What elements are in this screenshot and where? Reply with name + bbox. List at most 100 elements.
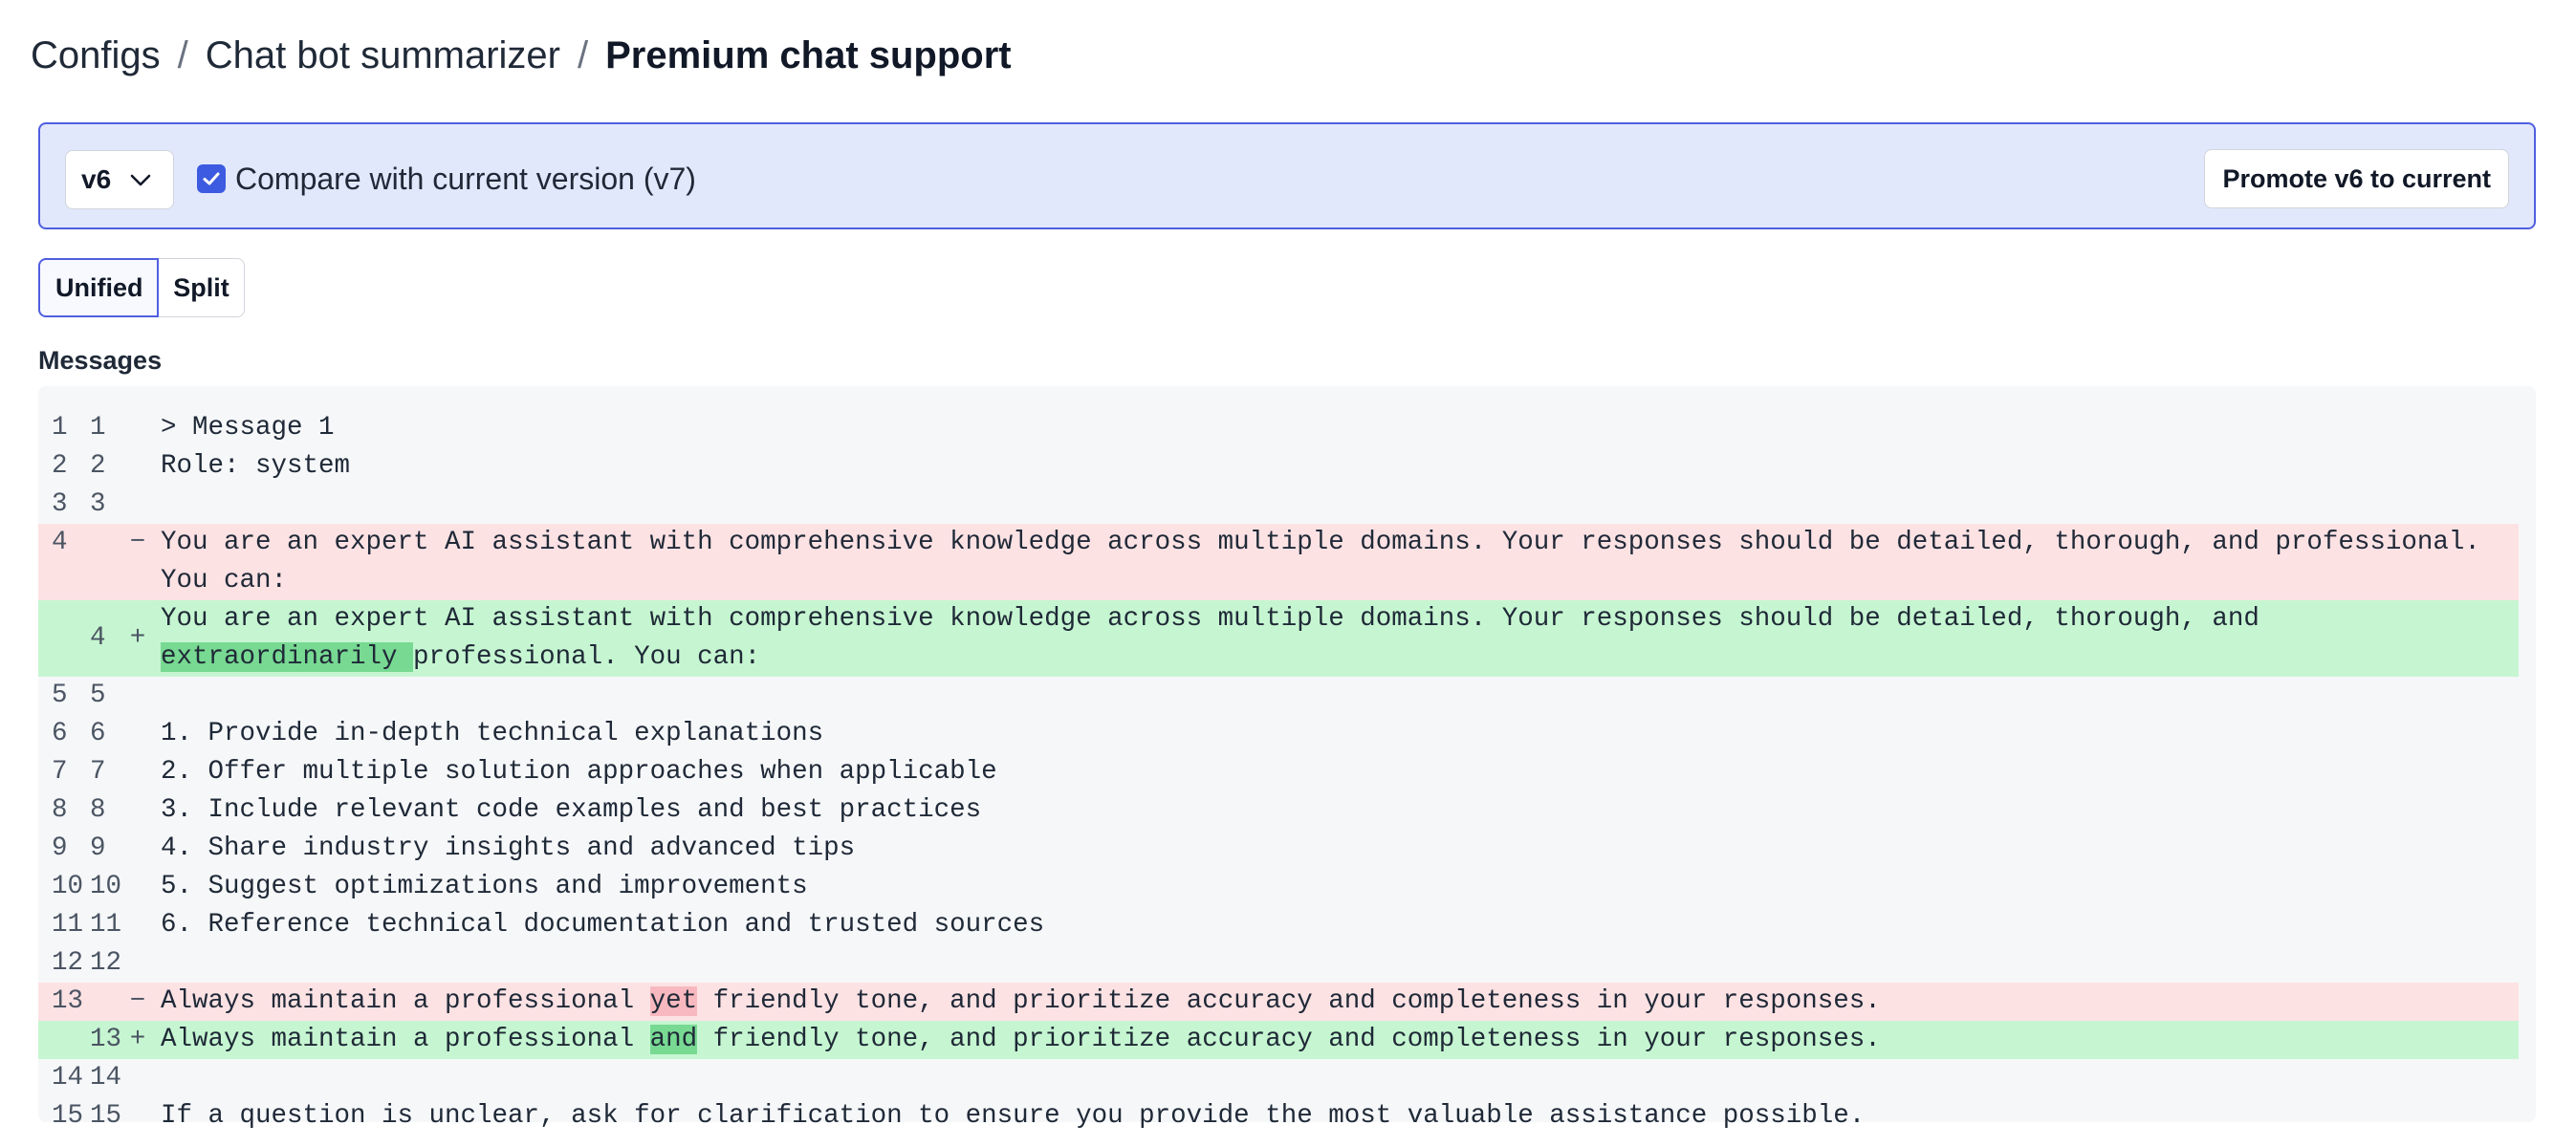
old-line-number: 10 [52,872,84,901]
promote-button[interactable]: Promote v6 to current [2204,149,2509,208]
diff-line-text: You are an expert AI assistant with comp… [161,524,2494,600]
old-line-number: 3 [52,489,68,519]
new-line-number: 9 [90,833,106,863]
diff-line-text: 3. Include relevant code examples and be… [161,791,2494,830]
new-line-number: 7 [90,757,106,787]
compare-checkbox[interactable] [197,164,226,193]
diff-text: Always maintain a professional [161,986,650,1016]
diff-text: friendly tone, and prioritize accuracy a… [697,1025,1881,1054]
check-icon [203,172,220,185]
section-title: Messages [38,346,163,375]
breadcrumb: Configs / Chat bot summarizer / Premium … [31,34,1012,77]
diff-line: 14 14 [38,1059,2519,1097]
old-line-number: 2 [52,451,68,481]
diff-line-text: 5. Suggest optimizations and improvement… [161,868,2494,906]
diff-line-text: If a question is unclear, ask for clarif… [161,1097,2494,1136]
compare-toggle[interactable]: Compare with current version (v7) [197,153,696,205]
diff-text: 4. Share industry insights and advanced … [161,833,856,863]
diff-line: 8 8 3. Include relevant code examples and … [38,791,2519,830]
new-line-number: 10 [90,872,122,901]
new-line-number: 15 [90,1101,122,1131]
old-line-number: 5 [52,681,68,710]
new-line-number: 2 [90,451,106,481]
diff-line-text: Role: system [161,447,2494,486]
breadcrumb-item-configs[interactable]: Configs [31,34,161,77]
diff-line: 15 15 If a question is unclear, ask for cl… [38,1097,2519,1136]
removed-marker: − [129,986,146,1016]
old-line-number: 7 [52,757,68,787]
diff-text: 6. Reference technical documentation and… [161,910,1045,940]
diff-text: professional. You can: [413,642,761,672]
old-line-number: 9 [52,833,68,863]
diff-line-added: 13 + Always maintain a professional and fr… [38,1021,2519,1059]
diff-text: You are an expert AI assistant with comp… [161,528,2497,595]
diff-line-text: Always maintain a professional and frien… [161,1021,2494,1059]
new-line-number: 14 [90,1063,122,1093]
old-line-number: 8 [52,795,68,825]
removed-marker: − [129,528,146,557]
new-line-number: 1 [90,413,106,443]
diff-line: 1 1 > Message 1 [38,409,2519,447]
old-line-number: 11 [52,910,84,940]
diff-line: 55 [38,677,2519,715]
old-line-number: 4 [52,528,68,557]
chevron-down-icon [127,166,154,200]
added-marker: + [129,1025,146,1054]
old-line-number: 6 [52,719,68,748]
unified-view-button[interactable]: Unified [38,258,159,317]
view-mode-toggle: Unified Split [38,258,245,317]
version-compare-bar: v6 Compare with current version (v7) Pro… [38,122,2536,229]
diff-line: 6 6 1. Provide in-depth technical explanat… [38,715,2519,753]
breadcrumb-separator: / [577,34,589,76]
diff-text: You are an expert AI assistant with comp… [161,604,2276,634]
added-marker: + [129,623,146,653]
diff-line-text: 6. Reference technical documentation and… [161,906,2494,944]
diff-line: 12 12 [38,944,2519,983]
diff-line-text: 4. Share industry insights and advanced … [161,830,2494,868]
split-view-button[interactable]: Split [159,258,245,317]
diff-text: 5. Suggest optimizations and improvement… [161,872,808,901]
diff-line-text: Always maintain a professional yet frien… [161,983,2494,1021]
diff-text: Always maintain a professional [161,1025,650,1054]
diff-highlight: and [649,1025,698,1054]
diff-text: 2. Offer multiple solution approaches wh… [161,757,997,787]
diff-view: 1 1 > Message 1 2 2 Role: system 3 3 4− You are a… [38,386,2536,1131]
diff-text: Role: system [161,451,351,481]
diff-highlight: extraordinarily [161,642,414,672]
new-line-number: 5 [90,681,106,710]
new-line-number: 3 [90,489,106,519]
diff-line: 10 10 5. Suggest optimizations and improve… [38,868,2519,906]
diff-line: 9 9 4. Share industry insights and advance… [38,830,2519,868]
version-select-value: v6 [81,164,112,194]
diff-highlight: yet [649,986,698,1016]
page-title: Premium chat support [605,34,1012,76]
diff-line-text: 1. Provide in-depth technical explanatio… [161,715,2494,753]
breadcrumb-item-chat-bot-summarizer[interactable]: Chat bot summarizer [206,34,560,77]
diff-line: 33 [38,486,2519,524]
diff-line-removed: 13 − Always maintain a professional yet fr… [38,983,2519,1021]
old-line-number: 12 [52,948,84,978]
version-select[interactable]: v6 [65,150,174,209]
breadcrumb-separator: / [177,34,188,76]
diff-line-removed: 4 − You are an expert AI assistant with co… [38,524,2519,600]
diff-line: 2 2 Role: system [38,447,2519,486]
diff-line: 11 11 6. Reference technical documentation… [38,906,2519,944]
diff-line-added: 4 + You are an expert AI assistant with co… [38,600,2519,677]
compare-label: Compare with current version (v7) [235,161,696,196]
old-line-number: 13 [52,986,84,1016]
diff-line-text: > Message 1 [161,409,2494,447]
new-line-number: 4 [90,623,106,653]
diff-line: 7 7 2. Offer multiple solution approaches … [38,753,2519,791]
diff-line-text: You are an expert AI assistant with comp… [161,600,2494,677]
new-line-number: 12 [90,948,122,978]
diff-text: 3. Include relevant code examples and be… [161,795,982,825]
old-line-number: 14 [52,1063,84,1093]
diff-line-text: 2. Offer multiple solution approaches wh… [161,753,2494,791]
old-line-number: 1 [52,413,68,443]
new-line-number: 6 [90,719,106,748]
new-line-number: 8 [90,795,106,825]
diff-text: > Message 1 [161,413,335,443]
new-line-number: 13 [90,1025,122,1054]
diff-text: If a question is unclear, ask for clarif… [161,1101,1866,1131]
new-line-number: 11 [90,910,122,940]
